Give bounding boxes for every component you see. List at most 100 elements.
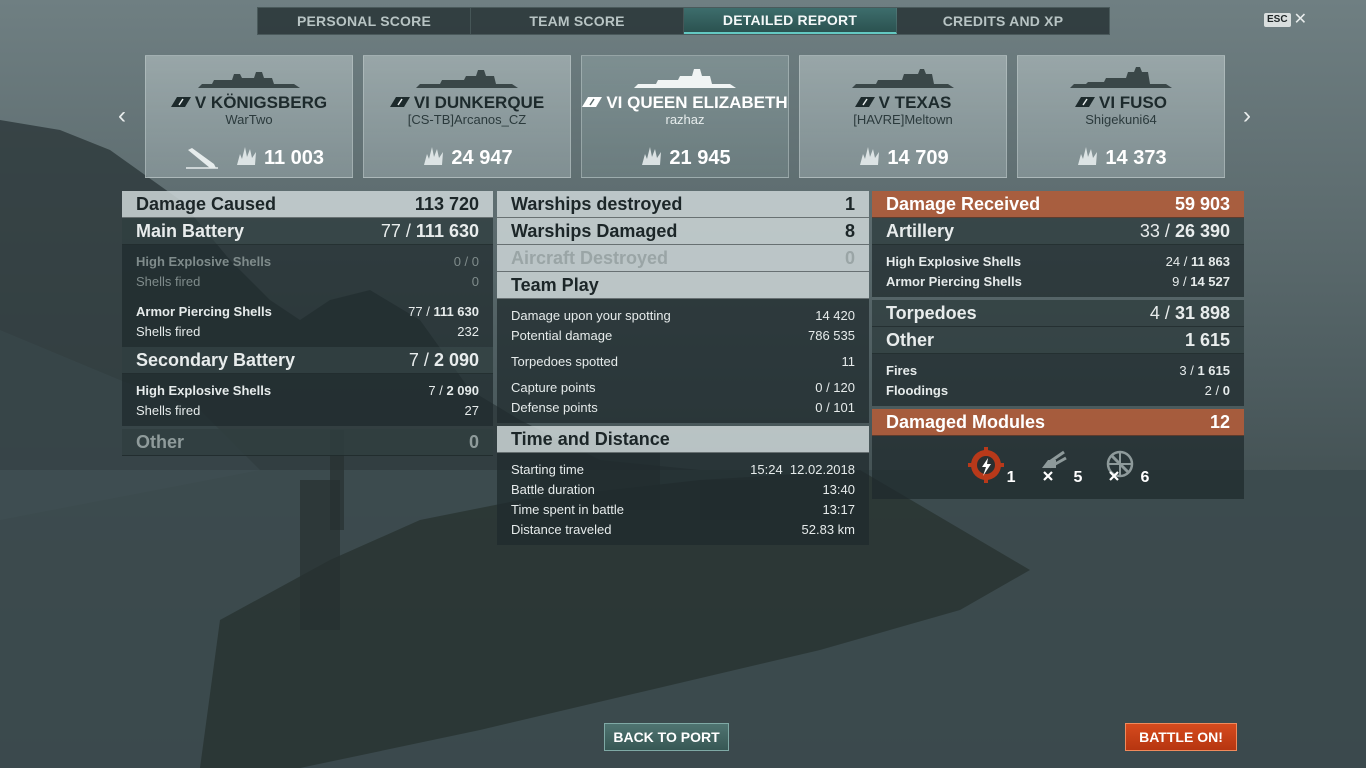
esc-close[interactable]: ESC ✕ [1264, 12, 1307, 28]
defense-value: 0 / 101 [815, 399, 855, 415]
damage-burst-icon [639, 144, 665, 172]
ship-name: V TEXAS [878, 93, 952, 112]
torpedoes-spotted-row: Torpedoes spotted 11 [511, 351, 855, 371]
damage-burst-icon [857, 144, 883, 172]
secondary-hits: 7 / [408, 349, 429, 370]
floodings-hits: 2 / [1204, 382, 1220, 398]
sec-he-row: High Explosive Shells 7 / 2 090 [136, 380, 479, 400]
aircraft-destroyed-row: Aircraft Destroyed 0 [497, 245, 869, 272]
secondary-details: High Explosive Shells 7 / 2 090 Shells f… [122, 374, 493, 426]
ship-silhouette-icon [582, 66, 788, 92]
ship-silhouette-icon [146, 66, 352, 92]
main-gun-module-icon [1034, 446, 1072, 489]
other-damage-value: 0 [468, 431, 479, 452]
warships-destroyed-row: Warships destroyed 1 [497, 191, 869, 218]
start-time-value: 15:24 12.02.2018 [750, 461, 855, 477]
ship-silhouette-icon [1018, 66, 1224, 92]
spotting-label: Damage upon your spotting [511, 307, 671, 323]
prev-arrow-icon[interactable]: ‹ [114, 104, 130, 128]
torpedoes-value: 31 898 [1174, 302, 1230, 323]
tab-credits-and-xp[interactable]: CREDITS AND XP [897, 8, 1109, 34]
damage-value: 21 945 [669, 146, 731, 169]
art-he-hits: 24 / [1165, 253, 1188, 269]
aircraft-destroyed-value: 0 [844, 247, 855, 268]
damage-caused-value: 113 720 [414, 193, 479, 214]
sec-fired-label: Shells fired [136, 402, 201, 418]
mb-ap-value: 111 630 [433, 303, 479, 319]
start-time-label: Starting time [511, 461, 584, 477]
tab-team-score[interactable]: TEAM SCORE [471, 8, 684, 34]
artillery-header: Artillery 33 / 26 390 [872, 218, 1244, 245]
main-battery-hits: 77 / [380, 220, 411, 241]
floodings-row: Floodings 2 / 0 [886, 380, 1230, 400]
tab-personal-score[interactable]: PERSONAL SCORE [258, 8, 471, 34]
potential-value: 786 535 [808, 327, 855, 343]
close-icon[interactable]: ✕ [1294, 12, 1307, 28]
main-battery-label: Main Battery [136, 220, 245, 241]
player-card-current[interactable]: VI QUEEN ELIZABETH razhaz 21 945 [581, 55, 789, 178]
art-ap-row: Armor Piercing Shells 9 / 14 527 [886, 271, 1230, 291]
ship-class-icon [389, 92, 410, 112]
torpedoes-spotted-label: Torpedoes spotted [511, 353, 618, 369]
mb-ap-hits: 77 / [408, 303, 430, 319]
art-he-value: 11 863 [1190, 253, 1230, 269]
damage-received-value: 59 903 [1174, 193, 1230, 214]
mb-ap-fired-row: Shells fired 232 [136, 321, 479, 341]
damage-caused-panel: Damage Caused 113 720 Main Battery 77 / … [122, 191, 493, 456]
distance-row: Distance traveled 52.83 km [511, 519, 855, 539]
next-arrow-icon[interactable]: › [1239, 104, 1255, 128]
time-spent-label: Time spent in battle [511, 501, 624, 517]
player-name: [CS-TB]Arcanos_CZ [407, 112, 527, 127]
player-name: WarTwo [225, 112, 273, 127]
player-card[interactable]: VI FUSO Shigekuni64 14 373 [1017, 55, 1225, 178]
sec-he-hits: 7 / [428, 382, 443, 398]
player-card[interactable]: V KÖNIGSBERG WarTwo 11 003 [145, 55, 353, 178]
damage-burst-icon [421, 144, 447, 172]
other-received-value: 1 615 [1184, 329, 1230, 350]
artillery-value: 26 390 [1174, 220, 1230, 241]
mb-ap-row: Armor Piercing Shells 77 / 111 630 [136, 301, 479, 321]
tab-detailed-report[interactable]: DETAILED REPORT [684, 8, 897, 34]
aircraft-destroyed-label: Aircraft Destroyed [511, 247, 669, 268]
secondary-battery-label: Secondary Battery [136, 349, 296, 370]
mb-he-fired-label: Shells fired [136, 273, 201, 289]
distance-label: Distance traveled [511, 521, 612, 537]
mb-he-value: 0 / 0 [453, 253, 479, 269]
damage-burst-icon [234, 144, 260, 172]
team-play-details: Damage upon your spotting 14 420 Potenti… [497, 299, 869, 423]
art-he-row: High Explosive Shells 24 / 11 863 [886, 251, 1230, 271]
ship-name: VI FUSO [1098, 93, 1167, 112]
ship-class-icon [1074, 92, 1095, 112]
battle-on-button[interactable]: BATTLE ON! [1125, 723, 1237, 751]
player-card[interactable]: VI DUNKERQUE [CS-TB]Arcanos_CZ 24 947 [363, 55, 571, 178]
warships-destroyed-label: Warships destroyed [511, 193, 683, 214]
damage-received-label: Damage Received [886, 193, 1041, 214]
player-cards: V KÖNIGSBERG WarTwo 11 003 VI DUNKERQUE … [145, 55, 1225, 178]
other-received-header: Other 1 615 [872, 327, 1244, 354]
floodings-value: 0 [1222, 382, 1230, 398]
other-damage-label: Other [136, 431, 185, 452]
mb-ap-label: Armor Piercing Shells [136, 303, 272, 319]
mb-he-fired-value: 0 [471, 273, 479, 289]
torpedoes-header: Torpedoes 4 / 31 898 [872, 300, 1244, 327]
secondary-value: 2 090 [433, 349, 479, 370]
module-engine: 1 [967, 446, 1016, 489]
duration-row: Battle duration 13:40 [511, 479, 855, 499]
player-name: Shigekuni64 [1085, 112, 1157, 127]
damaged-modules-list: 1 5 6 [872, 436, 1244, 499]
start-time-row: Starting time 15:24 12.02.2018 [511, 459, 855, 479]
damage-caused-label: Damage Caused [136, 193, 277, 214]
engine-count: 1 [1006, 469, 1016, 486]
ship-name: V KÖNIGSBERG [194, 93, 328, 112]
main-battery-details: High Explosive Shells 0 / 0 Shells fired… [122, 245, 493, 347]
distance-value: 52.83 km [801, 521, 855, 537]
torpedoes-hits: 4 / [1149, 302, 1170, 323]
main-battery-value: 111 630 [415, 220, 479, 241]
potential-label: Potential damage [511, 327, 613, 343]
module-secondary-gun: 6 [1100, 446, 1149, 489]
back-to-port-button[interactable]: BACK TO PORT [604, 723, 729, 751]
player-card[interactable]: V TEXAS [HAVRE]Meltown 14 709 [799, 55, 1007, 178]
other-received-details: Fires 3 / 1 615 Floodings 2 / 0 [872, 354, 1244, 406]
secondary-battery-header: Secondary Battery 7 / 2 090 [122, 347, 493, 374]
secondary-gun-count: 6 [1140, 469, 1150, 486]
